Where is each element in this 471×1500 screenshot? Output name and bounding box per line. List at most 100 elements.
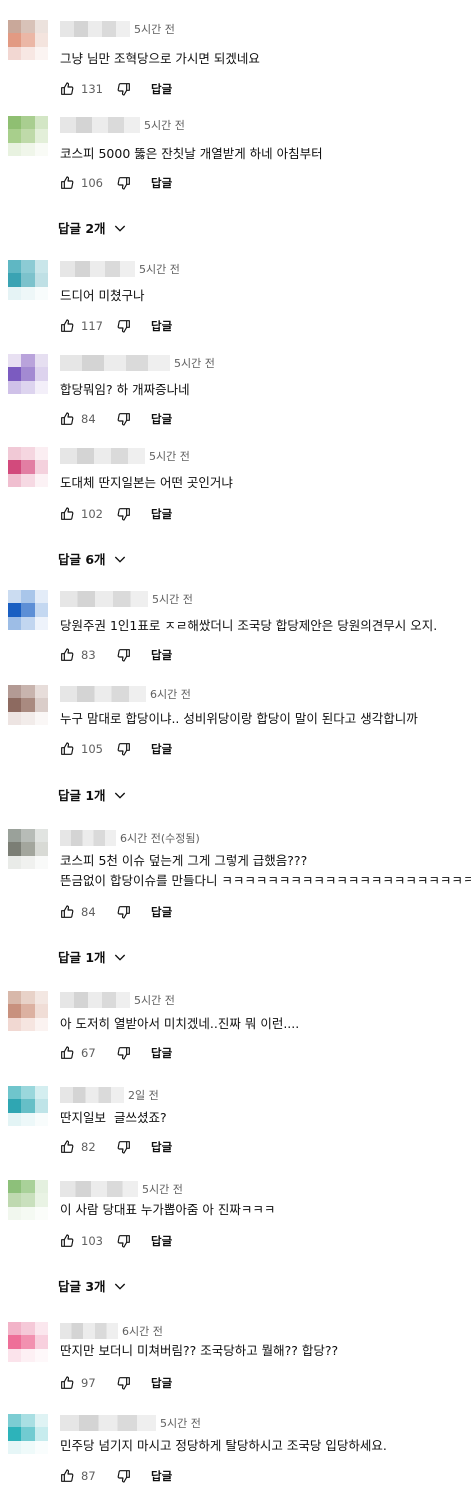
author-name-blurred[interactable] xyxy=(60,448,145,464)
avatar[interactable] xyxy=(8,991,48,1031)
dislike-button[interactable] xyxy=(115,1374,133,1392)
comment-author[interactable]: 5시간 전 xyxy=(60,354,215,372)
avatar-pixel xyxy=(8,142,22,156)
comment-author[interactable]: 6시간 전(수정됨) xyxy=(60,829,200,847)
comment-author[interactable]: 5시간 전 xyxy=(60,590,193,608)
like-button[interactable] xyxy=(58,1467,76,1485)
dislike-button[interactable] xyxy=(115,1044,133,1062)
author-name-blurred[interactable] xyxy=(60,830,116,846)
reply-button[interactable]: 답글 xyxy=(151,1139,172,1155)
author-name-blurred[interactable] xyxy=(60,591,148,607)
avatar-pixel xyxy=(21,33,35,47)
author-name-blurred[interactable] xyxy=(60,992,130,1008)
author-name-blurred[interactable] xyxy=(60,117,140,133)
dislike-button[interactable] xyxy=(115,317,133,335)
comment-time[interactable]: 6시간 전 xyxy=(150,686,191,702)
comment-time[interactable]: 5시간 전 xyxy=(144,117,185,133)
dislike-button[interactable] xyxy=(115,505,133,523)
comment-time[interactable]: 5시간 전 xyxy=(139,261,180,277)
dislike-button[interactable] xyxy=(115,740,133,758)
comment-author[interactable]: 6시간 전 xyxy=(60,685,191,703)
comment-time[interactable]: 5시간 전 xyxy=(134,992,175,1008)
like-button[interactable] xyxy=(58,1374,76,1392)
dislike-button[interactable] xyxy=(115,1467,133,1485)
dislike-button[interactable] xyxy=(115,903,133,921)
like-button[interactable] xyxy=(58,1232,76,1250)
comment-time[interactable]: 5시간 전 xyxy=(152,591,193,607)
reply-button[interactable]: 답글 xyxy=(151,411,172,427)
avatar[interactable] xyxy=(8,685,48,725)
like-button[interactable] xyxy=(58,646,76,664)
avatar[interactable] xyxy=(8,1086,48,1126)
avatar-pixel xyxy=(8,855,22,869)
comment-time[interactable]: 5시간 전 xyxy=(174,355,215,371)
comment-time[interactable]: 5시간 전 xyxy=(142,1181,183,1197)
comment-author[interactable]: 6시간 전 xyxy=(60,1322,163,1340)
comment-time[interactable]: 5시간 전 xyxy=(134,21,175,37)
comment-author[interactable]: 5시간 전 xyxy=(60,1180,183,1198)
reply-button[interactable]: 답글 xyxy=(151,741,172,757)
author-name-blurred[interactable] xyxy=(60,1087,124,1103)
view-replies-button[interactable]: 답글 1개 xyxy=(58,785,128,804)
dislike-button[interactable] xyxy=(115,646,133,664)
like-button[interactable] xyxy=(58,80,76,98)
thumbs-down-icon xyxy=(117,83,130,96)
comment-author[interactable]: 5시간 전 xyxy=(60,116,185,134)
comment-author[interactable]: 2일 전 xyxy=(60,1086,159,1104)
reply-button[interactable]: 답글 xyxy=(151,904,172,920)
reply-button[interactable]: 답글 xyxy=(151,1233,172,1249)
like-button[interactable] xyxy=(58,1138,76,1156)
reply-button[interactable]: 답글 xyxy=(151,175,172,191)
author-name-blurred[interactable] xyxy=(60,1323,118,1339)
comment-author[interactable]: 5시간 전 xyxy=(60,1414,201,1432)
avatar[interactable] xyxy=(8,1322,48,1362)
author-name-blurred[interactable] xyxy=(60,355,170,371)
author-name-blurred[interactable] xyxy=(60,686,146,702)
view-replies-button[interactable]: 답글 6개 xyxy=(58,549,128,568)
reply-button[interactable]: 답글 xyxy=(151,1045,172,1061)
like-button[interactable] xyxy=(58,740,76,758)
comment-author[interactable]: 5시간 전 xyxy=(60,447,190,465)
comment-time[interactable]: 6시간 전 xyxy=(122,1323,163,1339)
comment-author[interactable]: 5시간 전 xyxy=(60,991,175,1009)
reply-button[interactable]: 답글 xyxy=(151,318,172,334)
avatar[interactable] xyxy=(8,1180,48,1220)
comment-author[interactable]: 5시간 전 xyxy=(60,20,175,38)
reply-button[interactable]: 답글 xyxy=(151,1468,172,1484)
comment-time[interactable]: 6시간 전(수정됨) xyxy=(120,830,200,846)
like-button[interactable] xyxy=(58,317,76,335)
view-replies-button[interactable]: 답글 2개 xyxy=(58,218,128,237)
avatar[interactable] xyxy=(8,1414,48,1454)
author-name-blurred[interactable] xyxy=(60,1181,138,1197)
dislike-button[interactable] xyxy=(115,410,133,428)
like-button[interactable] xyxy=(58,410,76,428)
dislike-button[interactable] xyxy=(115,1232,133,1250)
comment-time[interactable]: 5시간 전 xyxy=(149,448,190,464)
author-name-blurred[interactable] xyxy=(60,1415,156,1431)
reply-button[interactable]: 답글 xyxy=(151,81,172,97)
avatar[interactable] xyxy=(8,354,48,394)
like-button[interactable] xyxy=(58,903,76,921)
avatar[interactable] xyxy=(8,260,48,300)
avatar[interactable] xyxy=(8,20,48,60)
dislike-button[interactable] xyxy=(115,1138,133,1156)
comment-time[interactable]: 2일 전 xyxy=(128,1087,159,1103)
like-button[interactable] xyxy=(58,1044,76,1062)
author-name-blurred[interactable] xyxy=(60,261,135,277)
avatar[interactable] xyxy=(8,447,48,487)
reply-button[interactable]: 답글 xyxy=(151,1375,172,1391)
like-button[interactable] xyxy=(58,174,76,192)
view-replies-button[interactable]: 답글 1개 xyxy=(58,947,128,966)
reply-button[interactable]: 답글 xyxy=(151,506,172,522)
reply-button[interactable]: 답글 xyxy=(151,647,172,663)
author-name-blurred[interactable] xyxy=(60,21,130,37)
avatar[interactable] xyxy=(8,116,48,156)
comment-author[interactable]: 5시간 전 xyxy=(60,260,180,278)
dislike-button[interactable] xyxy=(115,80,133,98)
like-button[interactable] xyxy=(58,505,76,523)
dislike-button[interactable] xyxy=(115,174,133,192)
view-replies-button[interactable]: 답글 3개 xyxy=(58,1276,128,1295)
avatar[interactable] xyxy=(8,590,48,630)
comment-time[interactable]: 5시간 전 xyxy=(160,1415,201,1431)
avatar[interactable] xyxy=(8,829,48,869)
